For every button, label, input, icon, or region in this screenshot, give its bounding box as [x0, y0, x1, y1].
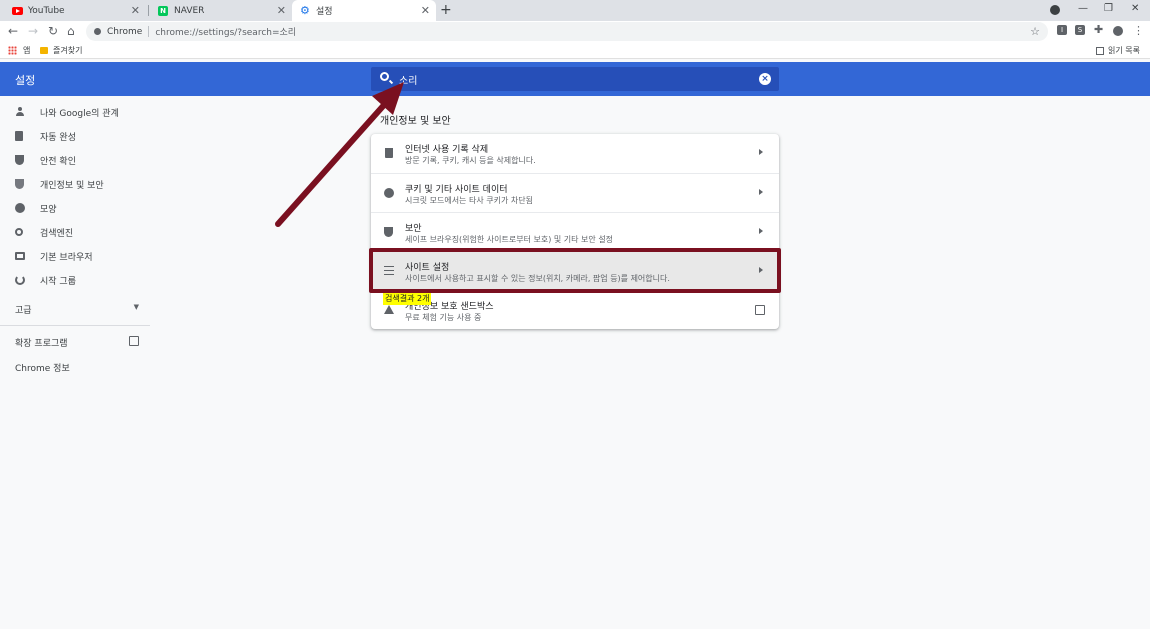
annotation-arrow [275, 82, 404, 227]
arrow-shaft [275, 93, 395, 227]
